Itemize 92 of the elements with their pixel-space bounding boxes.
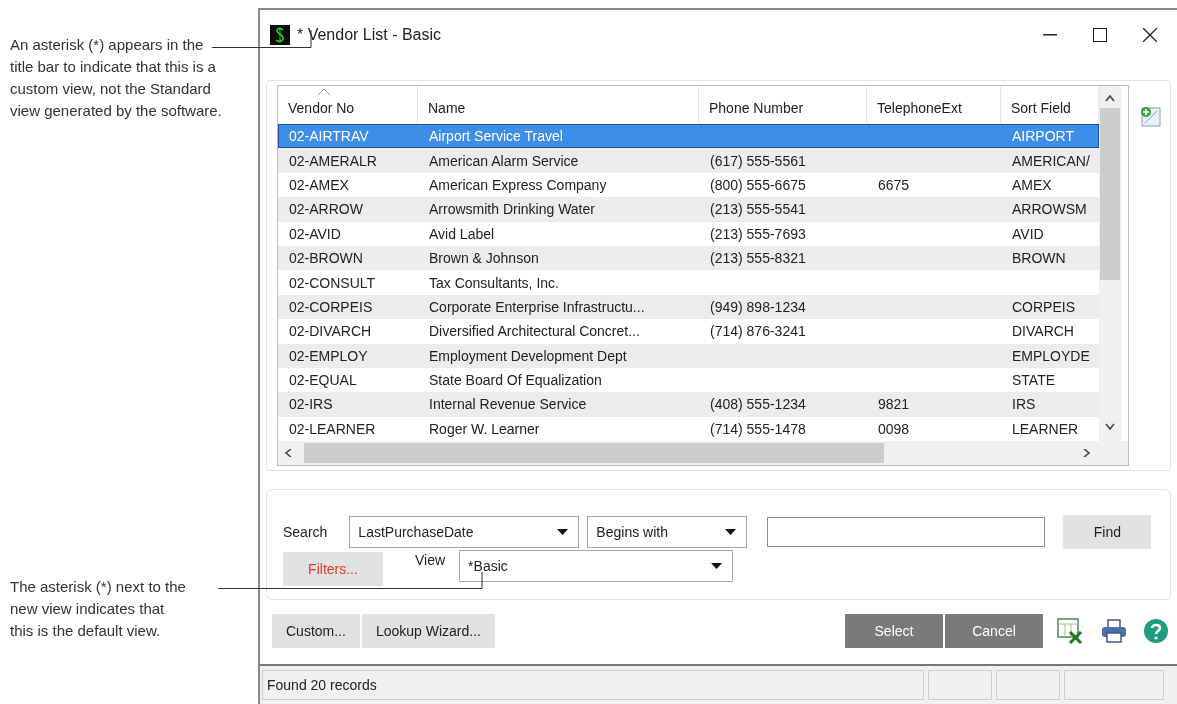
maximize-icon [1093,28,1107,42]
view-label: View [414,552,447,569]
dropdown-arrow-icon [557,529,569,536]
table-cell-text: 0098 [877,420,911,437]
spreadsheet-export-icon[interactable] [1057,618,1083,645]
table-cell-text: 02-AMERALR [288,152,378,169]
table-cell-text: 9821 [877,396,911,413]
table-cell-text: 6675 [877,176,911,193]
scroll-thumb[interactable] [304,443,884,464]
status-text: Found 20 records [262,670,924,701]
table-cell-text: (800) 555-6675 [709,176,807,193]
table-cell-text: AVID [1011,225,1045,242]
table-cell-text: 02-IRS [288,396,334,413]
table-cell-text: (408) 555-1234 [709,396,807,413]
table-cell-text: (617) 555-5561 [709,152,807,169]
minimize-icon [1043,34,1057,36]
dropdown-arrow-icon [725,529,737,536]
table-cell-text: 02-AMEX [288,176,350,193]
table-cell-text: Brown & Johnson [428,250,540,267]
table-cell-text: 02-EMPLOY [288,347,369,364]
table-cell-text: IRS [1011,396,1037,413]
table-cell-text: ARROWSM [1011,201,1088,218]
search-field-dropdown[interactable]: LastPurchaseDate [349,516,580,549]
table-row[interactable]: 02-EMPLOY Employment Development Dept EMPLOYDE [278,343,1099,368]
table-cell-text: STATE [1011,372,1057,389]
table-cell-text: Internal Revenue Service [428,396,588,413]
table-cell-text: CORPEIS [1011,298,1076,315]
add-column-icon[interactable] [1139,105,1161,127]
table-cell-text: EMPLOYDE [1011,347,1091,364]
view-dropdown[interactable]: *Basic [459,550,734,583]
table-cell-text: 02-DIVARCH [288,323,373,340]
table-cell-text: (213) 555-5541 [709,201,807,218]
scroll-up-icon[interactable] [1105,94,1115,102]
table-cell-text: DIVARCH [1011,323,1075,340]
vertical-scrollbar[interactable] [1099,86,1121,442]
operator-dropdown[interactable]: Begins with [587,516,748,549]
horizontal-scrollbar[interactable] [278,441,1128,466]
scroll-right-icon[interactable] [1082,449,1092,458]
table-row[interactable]: 02-BROWN Brown & Johnson (213) 555-8321 BROWN [278,245,1099,271]
table-cell-text: 02-AVID [288,225,342,242]
window-title: * Vendor List - Basic [297,26,443,44]
search-input[interactable] [767,517,1046,548]
table-cell-text: Corporate Enterprise Infrastructu... [428,298,646,315]
lookup-wizard-button[interactable]: Lookup Wizard... [361,614,495,649]
select-button[interactable]: Select [845,614,943,649]
table-row[interactable]: 02-AMERALR American Alarm Service (617) 555-5561 AMERICAN/ [278,148,1099,173]
table-cell-text: (714) 555-1478 [709,420,807,437]
table-cell-text: 02-AIRTRAV [288,128,370,145]
table-cell-text: American Alarm Service [428,152,580,169]
find-button[interactable]: Find [1063,515,1152,550]
app-icon [270,25,290,45]
status-pane [996,670,1060,701]
status-pane [928,670,992,701]
table-row[interactable]: 02-IRS Internal Revenue Service (408) 555-1234 9821 IRS [278,392,1099,417]
scroll-left-icon[interactable] [284,449,294,458]
help-icon[interactable] [1143,618,1169,645]
table-cell-text: Employment Development Dept [428,347,628,364]
table-cell-text: Tax Consultants, Inc. [428,274,560,291]
table-cell-text: Avid Label [428,225,496,242]
table-row[interactable]: 02-CORPEIS Corporate Enterprise Infrastructu... (949) 898-1234 CORPEIS [278,294,1099,320]
table-cell-text: (213) 555-7693 [709,225,807,242]
table-cell-text: 02-CONSULT [288,274,377,291]
table-cell-text: Diversified Architectural Concret... [428,323,641,340]
table-cell-text: AIRPORT [1011,128,1075,145]
table-cell-text: 02-ARROW [288,201,364,218]
cancel-button[interactable]: Cancel [945,614,1043,649]
table-cell-text: American Express Company [428,176,608,193]
custom-button[interactable]: Custom... [272,614,360,649]
table-cell-text: LEARNER [1011,420,1080,437]
table-cell-text: State Board Of Equalization [428,372,603,389]
table-cell-text: Airport Service Travel [428,128,564,145]
table-cell-text: (213) 555-8321 [709,250,807,267]
annotation-text: An asterisk (*) appears in the title bar to indicate that this is a custom view, not the Standard view generated by the software. [10,35,222,121]
table-cell-text: (714) 876-3241 [709,323,807,340]
table-cell-text: AMERICAN/ [1011,152,1091,169]
table-cell-text: AMEX [1011,176,1053,193]
table-cell-text: BROWN [1011,250,1067,267]
table-cell-text: Roger W. Learner [428,420,541,437]
close-icon [1143,28,1157,42]
table-cell-text: Arrowsmith Drinking Water [428,201,596,218]
scroll-down-icon[interactable] [1105,423,1115,432]
table-cell-text: 02-CORPEIS [288,298,374,315]
annotation-text: The asterisk (*) next to the new view indicates that this is the default view. [10,577,187,641]
scroll-thumb[interactable] [1100,108,1120,280]
table-cell-text: 02-LEARNER [288,420,377,437]
dropdown-arrow-icon [711,563,723,570]
table-row[interactable]: 02-ARROW Arrowsmith Drinking Water (213) 555-5541 ARROWSM [278,197,1099,222]
table-cell-text: 02-BROWN [288,250,364,267]
table-cell-text: (949) 898-1234 [709,298,807,315]
print-icon[interactable] [1101,619,1127,644]
table-cell-text: 02-EQUAL [288,372,358,389]
search-label: Search [283,524,328,541]
